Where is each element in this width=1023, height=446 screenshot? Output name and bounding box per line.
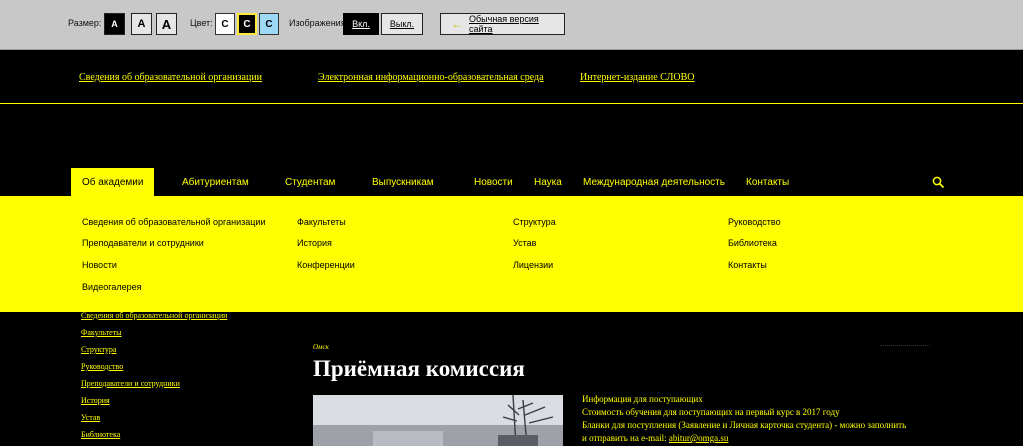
normal-version-label: Обычная версия сайта (469, 14, 539, 34)
nav-item-graduates[interactable]: Выпускникам (372, 168, 434, 196)
arrow-left-icon: ← (451, 17, 463, 31)
about-dropdown-menu: Сведения об образовательной организации … (0, 196, 1023, 312)
dropdown-item-structure[interactable]: Структура (513, 217, 556, 227)
side-link-leadership[interactable]: Руководство (81, 362, 123, 371)
search-icon[interactable] (932, 176, 944, 188)
dropdown-item-news[interactable]: Новости (82, 260, 117, 270)
side-link-history[interactable]: История (81, 396, 110, 405)
images-label: Изображения (289, 18, 346, 28)
images-off-button[interactable]: Выкл. (381, 13, 423, 35)
info-forms[interactable]: Бланки для поступления (Заявление и Личн… (582, 420, 906, 430)
color-label: Цвет: (190, 18, 213, 28)
dropdown-item-licenses[interactable]: Лицензии (513, 260, 553, 270)
color-scheme-black-button[interactable]: C (237, 13, 257, 35)
side-link-library[interactable]: Библиотека (81, 430, 120, 439)
dropdown-item-history[interactable]: История (297, 238, 332, 248)
size-label: Размер: (68, 18, 102, 28)
dropdown-item-conferences[interactable]: Конференции (297, 260, 355, 270)
top-link-slovo[interactable]: Интернет-издание СЛОВО (580, 72, 694, 83)
nav-item-science[interactable]: Наука (534, 168, 562, 196)
dropdown-item-contacts[interactable]: Контакты (728, 260, 767, 270)
info-email-prefix: и отправить на e-mail: (582, 433, 669, 443)
dropdown-item-org-info[interactable]: Сведения об образовательной организации (82, 217, 265, 227)
dropdown-item-faculties[interactable]: Факультеты (297, 217, 346, 227)
breadcrumb[interactable]: Омск (313, 343, 329, 351)
nav-item-students[interactable]: Студентам (285, 168, 335, 196)
nav-item-applicants[interactable]: Абитуриентам (182, 168, 249, 196)
normal-version-button[interactable]: ← Обычная версия сайта (440, 13, 565, 35)
info-email-line: и отправить на e-mail: abitur@omga.su (582, 433, 728, 443)
dropdown-item-leadership[interactable]: Руководство (728, 217, 781, 227)
dropdown-item-video[interactable]: Видеогалерея (82, 282, 142, 292)
side-link-staff[interactable]: Преподаватели и сотрудники (81, 379, 180, 388)
side-link-charter[interactable]: Устав (81, 413, 100, 422)
info-applicants[interactable]: Информация для поступающих (582, 394, 703, 404)
admission-photo (313, 395, 563, 446)
divider (880, 345, 930, 347)
dropdown-item-library[interactable]: Библиотека (728, 238, 777, 248)
color-scheme-blue-button[interactable]: C (259, 13, 279, 35)
images-on-button[interactable]: Вкл. (343, 13, 379, 35)
nav-item-about[interactable]: Об академии (71, 168, 155, 196)
side-link-org-info[interactable]: Сведения об образовательной организации (81, 311, 227, 320)
color-scheme-white-button[interactable]: C (215, 13, 235, 35)
email-link[interactable]: abitur@omga.su (669, 433, 729, 443)
page-title: Приёмная комиссия (313, 356, 525, 381)
font-size-small-button[interactable]: A (104, 13, 125, 35)
top-link-e-learning[interactable]: Электронная информационно-образовательна… (318, 72, 544, 83)
font-size-large-button[interactable]: A (156, 13, 177, 35)
top-links-bar: Сведения об образовательной организации … (0, 51, 1023, 104)
main-nav: Об академии Абитуриентам Студентам Выпус… (0, 168, 1023, 196)
nav-item-contacts[interactable]: Контакты (746, 168, 789, 196)
photo-image (313, 395, 563, 446)
nav-item-news[interactable]: Новости (474, 168, 513, 196)
top-link-org-info[interactable]: Сведения об образовательной организации (79, 72, 262, 83)
font-size-medium-button[interactable]: A (131, 13, 152, 35)
side-link-structure[interactable]: Структура (81, 345, 116, 354)
side-link-faculties[interactable]: Факультеты (81, 328, 122, 337)
accessibility-toolbar: Размер: A A A Цвет: C C C Изображения Вк… (0, 0, 1023, 50)
nav-item-international[interactable]: Международная деятельность (583, 168, 725, 196)
info-tuition[interactable]: Стоимость обучения для поступающих на пе… (582, 407, 840, 417)
dropdown-item-charter[interactable]: Устав (513, 238, 536, 248)
dropdown-item-staff[interactable]: Преподаватели и сотрудники (82, 238, 204, 248)
